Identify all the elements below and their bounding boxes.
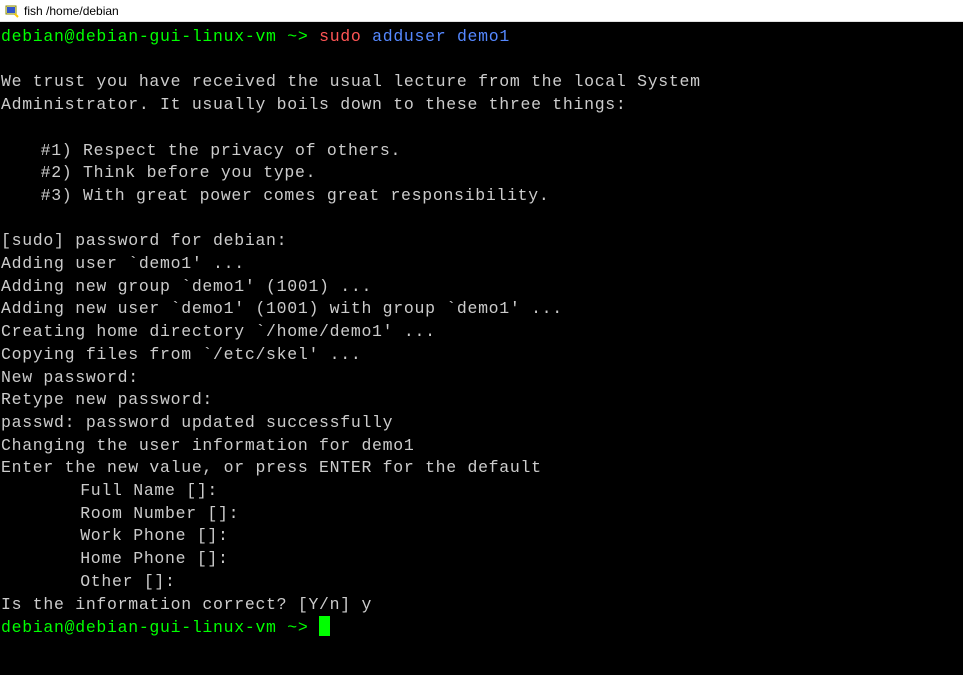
blank-line	[1, 49, 962, 72]
cursor	[319, 616, 330, 636]
prompt-tilde: ~	[287, 27, 298, 46]
work-phone-field: Work Phone []:	[1, 525, 962, 548]
prompt-arrow: >	[298, 27, 309, 46]
room-number-field: Room Number []:	[1, 503, 962, 526]
changing-info-line: Changing the user information for demo1	[1, 435, 962, 458]
prompt-userhost: debian@debian-gui-linux-vm	[1, 618, 277, 637]
sudo-password-prompt: [sudo] password for debian:	[1, 230, 962, 253]
terminal-area[interactable]: debian@debian-gui-linux-vm ~> sudo addus…	[0, 22, 963, 675]
prompt-arrow: >	[298, 618, 309, 637]
command-sudo: sudo	[319, 27, 361, 46]
putty-icon	[4, 3, 20, 19]
adding-newuser-line: Adding new user `demo1' (1001) with grou…	[1, 298, 962, 321]
full-name-field: Full Name []:	[1, 480, 962, 503]
prompt-userhost: debian@debian-gui-linux-vm	[1, 27, 277, 46]
enter-value-line: Enter the new value, or press ENTER for …	[1, 457, 962, 480]
new-password-line: New password:	[1, 367, 962, 390]
window-title: fish /home/debian	[24, 4, 119, 18]
adding-group-line: Adding new group `demo1' (1001) ...	[1, 276, 962, 299]
lecture-line-2: Administrator. It usually boils down to …	[1, 94, 962, 117]
lecture-rule-3: #3) With great power comes great respons…	[1, 185, 962, 208]
prompt-line-1: debian@debian-gui-linux-vm ~> sudo addus…	[1, 26, 962, 49]
prompt-line-2: debian@debian-gui-linux-vm ~>	[1, 616, 962, 640]
passwd-updated-line: passwd: password updated successfully	[1, 412, 962, 435]
adding-user-line: Adding user `demo1' ...	[1, 253, 962, 276]
lecture-rule-1: #1) Respect the privacy of others.	[1, 140, 962, 163]
retype-password-line: Retype new password:	[1, 389, 962, 412]
home-phone-field: Home Phone []:	[1, 548, 962, 571]
other-field: Other []:	[1, 571, 962, 594]
blank-line	[1, 117, 962, 140]
command-args: adduser demo1	[372, 27, 510, 46]
window-titlebar: fish /home/debian	[0, 0, 963, 22]
lecture-line-1: We trust you have received the usual lec…	[1, 71, 962, 94]
creating-home-line: Creating home directory `/home/demo1' ..…	[1, 321, 962, 344]
prompt-tilde: ~	[287, 618, 298, 637]
lecture-rule-2: #2) Think before you type.	[1, 162, 962, 185]
confirm-line: Is the information correct? [Y/n] y	[1, 594, 962, 617]
blank-line	[1, 208, 962, 231]
copying-files-line: Copying files from `/etc/skel' ...	[1, 344, 962, 367]
